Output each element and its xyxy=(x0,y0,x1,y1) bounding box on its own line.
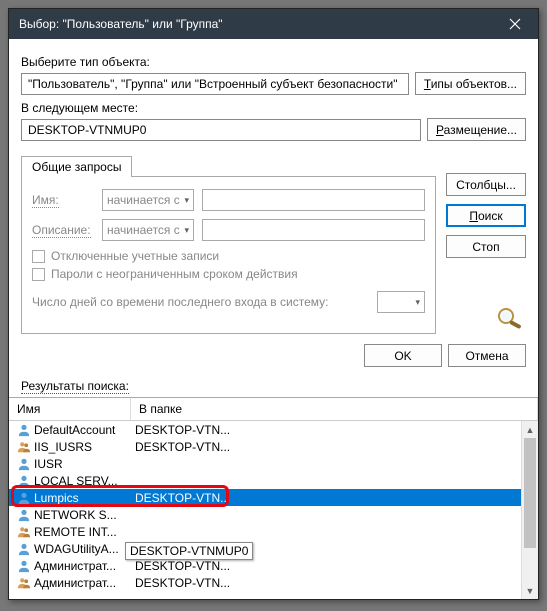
side-buttons: Столбцы... Поиск Стоп xyxy=(446,171,526,330)
chevron-down-icon: ▾ xyxy=(184,195,189,206)
tabs: Общие запросы Имя: начинается с▾ Описани… xyxy=(21,155,436,334)
description-label: Описание: xyxy=(32,223,94,237)
location-field: DESKTOP-VTNMUP0 xyxy=(21,119,421,141)
search-button[interactable]: Поиск xyxy=(446,204,526,227)
stop-button[interactable]: Стоп xyxy=(446,235,526,258)
object-types-button[interactable]: Типы объектов... xyxy=(415,72,526,95)
name-match-combo[interactable]: начинается с▾ xyxy=(102,189,194,211)
titlebar: Выбор: "Пользователь" или "Группа" xyxy=(9,9,538,39)
days-since-combo[interactable]: ▾ xyxy=(377,291,425,313)
cancel-button[interactable]: Отмена xyxy=(448,344,526,367)
table-row[interactable]: Администрат...DESKTOP-VTN... xyxy=(9,557,538,574)
table-row[interactable]: NETWORK S... xyxy=(9,506,538,523)
vertical-scrollbar[interactable]: ▲ ▼ xyxy=(521,421,538,599)
close-icon xyxy=(509,18,521,30)
table-row[interactable]: Администрат...DESKTOP-VTN... xyxy=(9,574,538,591)
tab-common-queries[interactable]: Общие запросы xyxy=(21,156,132,177)
table-row[interactable]: IIS_IUSRSDESKTOP-VTN... xyxy=(9,438,538,455)
results-grid: Имя В папке DefaultAccountDESKTOP-VTN...… xyxy=(9,397,538,599)
name-label: Имя: xyxy=(32,193,94,207)
results-label: Результаты поиска: xyxy=(9,377,538,397)
checkbox-box xyxy=(32,268,45,281)
table-row[interactable]: REMOTE INT... xyxy=(9,523,538,540)
column-header-name[interactable]: Имя xyxy=(9,398,131,420)
grid-body[interactable]: DefaultAccountDESKTOP-VTN...IIS_IUSRSDES… xyxy=(9,421,538,599)
grid-header: Имя В папке xyxy=(9,398,538,421)
scroll-thumb[interactable] xyxy=(524,438,536,548)
table-row[interactable]: LumpicsDESKTOP-VTN... xyxy=(9,489,538,506)
object-type-field: "Пользователь", "Группа" или "Встроенный… xyxy=(21,73,409,95)
name-input[interactable] xyxy=(202,189,425,211)
table-row[interactable]: DefaultAccountDESKTOP-VTN... xyxy=(9,421,538,438)
chevron-down-icon: ▾ xyxy=(184,225,189,236)
location-label: В следующем месте: xyxy=(21,101,526,115)
checkbox-box xyxy=(32,250,45,263)
no-expiry-checkbox[interactable]: Пароли с неограниченным сроком действия xyxy=(32,267,425,281)
scroll-down-arrow[interactable]: ▼ xyxy=(522,582,538,599)
scroll-up-arrow[interactable]: ▲ xyxy=(522,421,538,438)
column-header-folder[interactable]: В папке xyxy=(131,398,538,420)
description-input[interactable] xyxy=(202,219,425,241)
description-match-combo[interactable]: начинается с▾ xyxy=(102,219,194,241)
dialog-content: Выберите тип объекта: "Пользователь", "Г… xyxy=(9,39,538,334)
disabled-accounts-checkbox[interactable]: Отключенные учетные записи xyxy=(32,249,425,263)
chevron-down-icon: ▾ xyxy=(415,297,420,308)
object-type-label: Выберите тип объекта: xyxy=(21,55,526,69)
days-since-label: Число дней со времени последнего входа в… xyxy=(32,295,369,309)
tab-panel: Имя: начинается с▾ Описание: начинается … xyxy=(21,176,436,334)
search-icon xyxy=(494,306,526,330)
dialog-actions: OK Отмена xyxy=(9,334,538,377)
locations-button[interactable]: Размещение... xyxy=(427,118,526,141)
dialog-window: Выбор: "Пользователь" или "Группа" Выбер… xyxy=(8,8,539,600)
columns-button[interactable]: Столбцы... xyxy=(446,173,526,196)
ok-button[interactable]: OK xyxy=(364,344,442,367)
tooltip: DESKTOP-VTNMUP0 xyxy=(125,542,253,560)
table-row[interactable]: IUSR xyxy=(9,455,538,472)
table-row[interactable]: WDAGUtilityA...DESKTOP-VTN... xyxy=(9,540,538,557)
window-title: Выбор: "Пользователь" или "Группа" xyxy=(19,17,492,31)
table-row[interactable]: LOCAL SERV... xyxy=(9,472,538,489)
close-button[interactable] xyxy=(492,9,538,39)
